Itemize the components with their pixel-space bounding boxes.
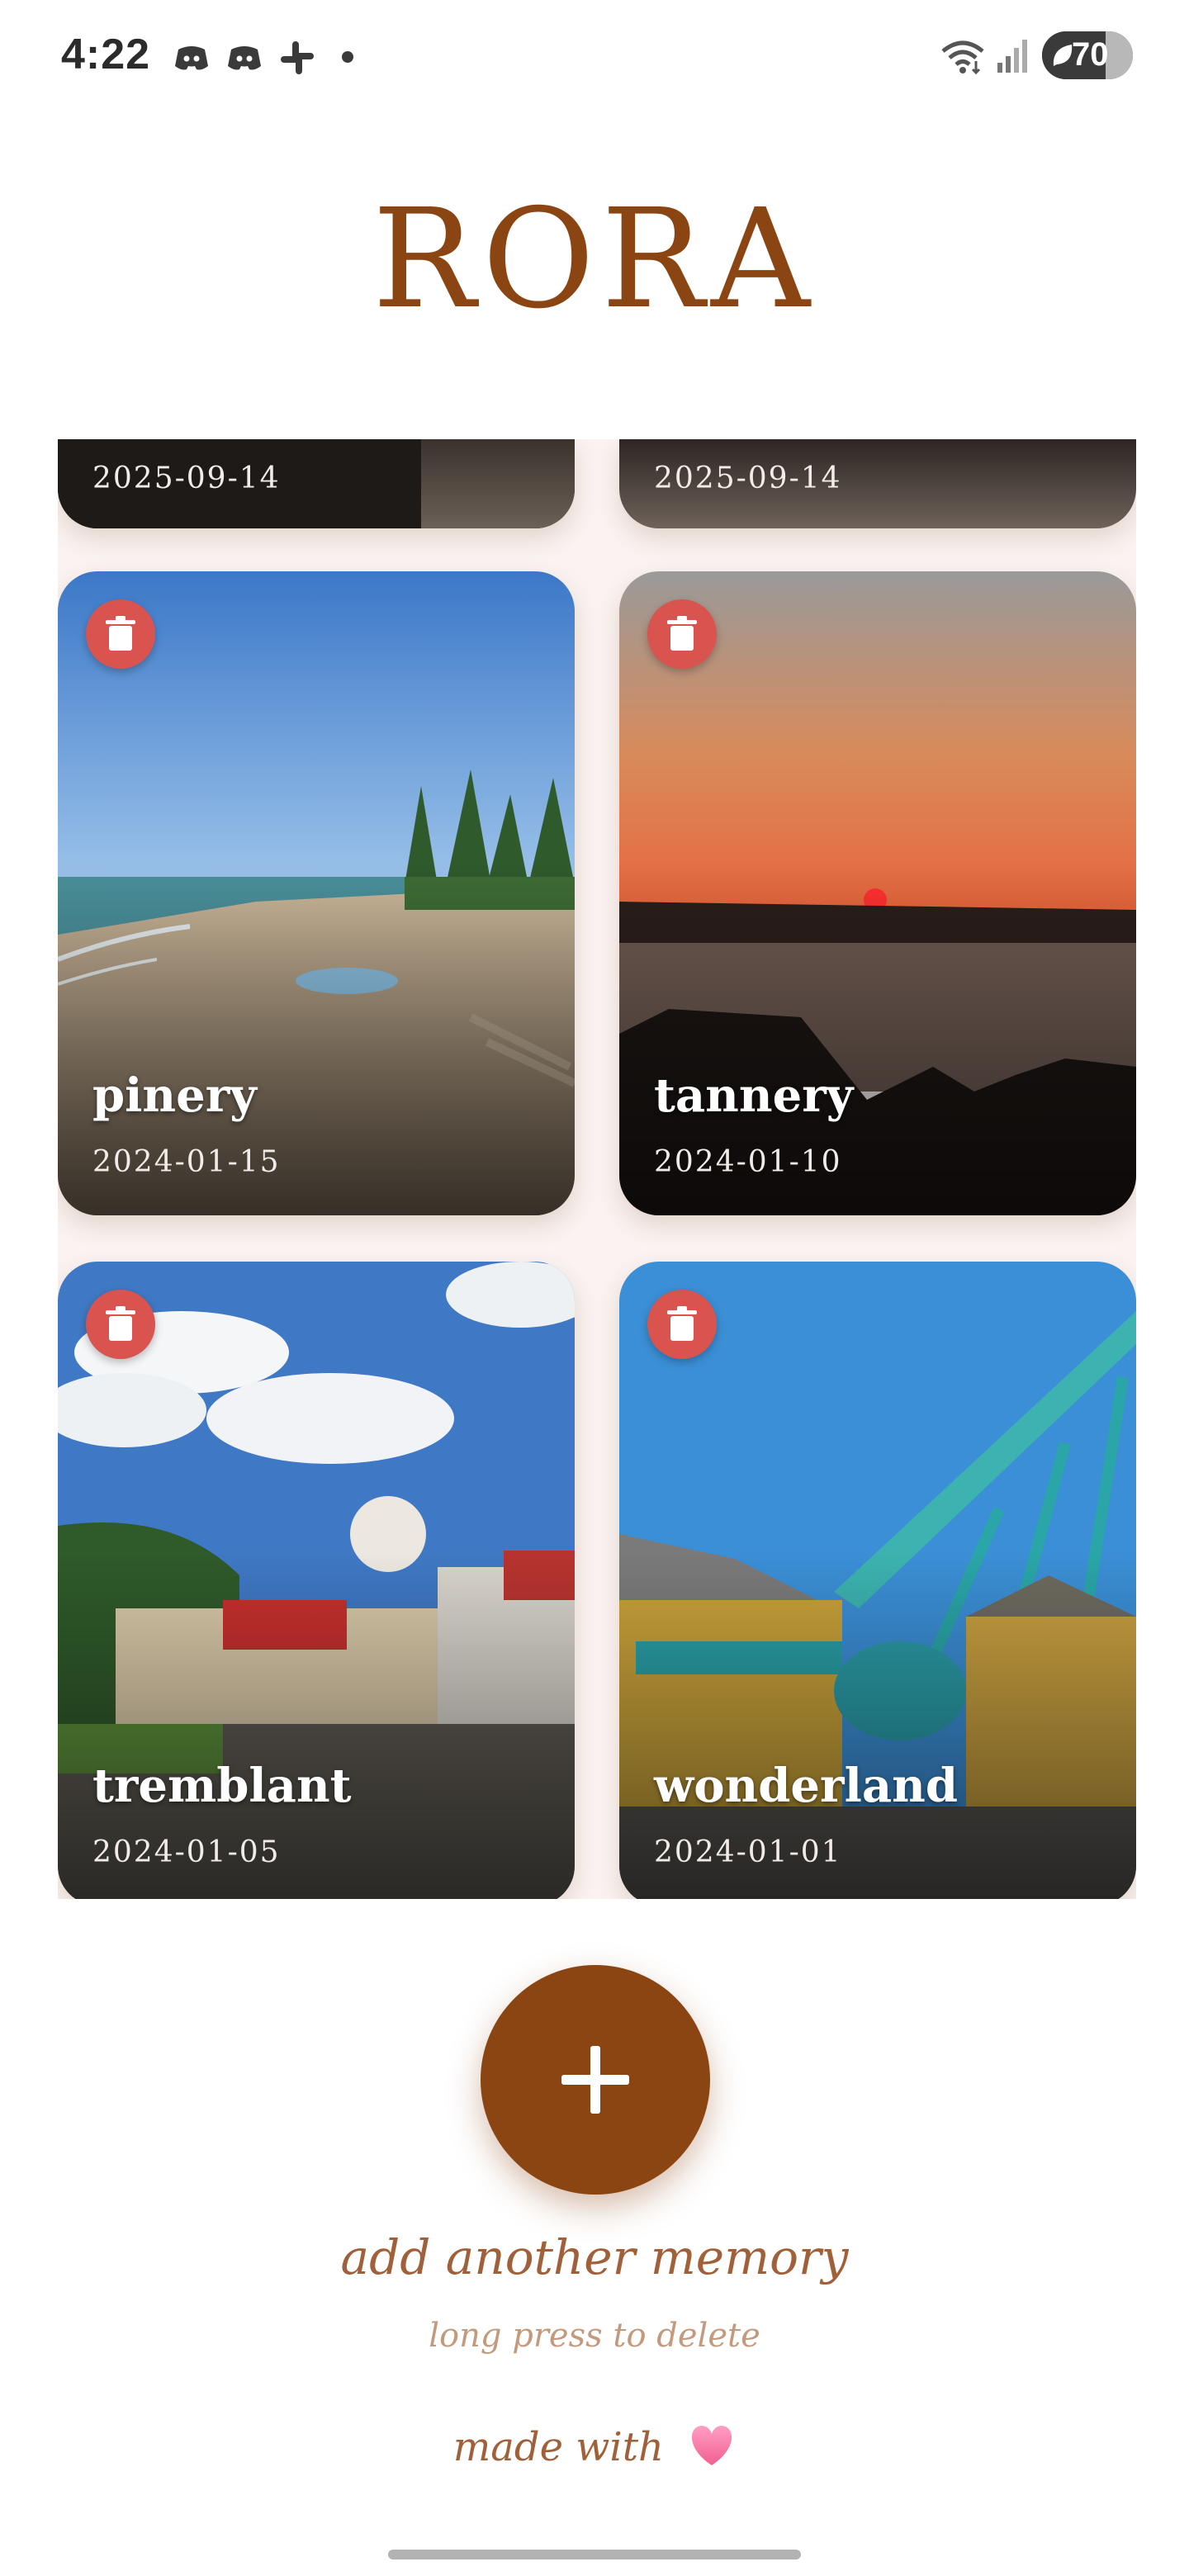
memory-card[interactable]: tremblant 2024-01-05 (58, 1262, 575, 1899)
memory-card[interactable]: tannery 2024-01-10 (619, 571, 1136, 1215)
memory-title: pinery (92, 1068, 257, 1123)
footer: made with (0, 2424, 1189, 2470)
memory-card[interactable]: 2025-09-14 (58, 439, 575, 528)
memory-date: 2024-01-05 (92, 1835, 281, 1869)
memories-grid[interactable]: 2025-09-14 2025-09-14 pinery 2024-01-15 … (58, 439, 1136, 1899)
memory-card[interactable]: pinery 2024-01-15 (58, 571, 575, 1215)
memory-date: 2025-09-14 (654, 462, 842, 495)
trash-icon (667, 616, 697, 651)
delete-button[interactable] (647, 1290, 717, 1359)
app-title: RORA (372, 180, 817, 339)
notification-dot (342, 51, 353, 63)
status-bar: 4:22 70 (0, 0, 1189, 107)
memory-date: 2024-01-01 (654, 1835, 842, 1869)
memory-card[interactable]: wonderland 2024-01-01 (619, 1262, 1136, 1899)
trash-icon (667, 1306, 697, 1341)
wifi-icon (941, 40, 984, 75)
home-indicator[interactable] (388, 2550, 801, 2559)
memory-title: tannery (654, 1068, 854, 1123)
add-memory-label: add another memory (340, 2229, 849, 2285)
delete-button[interactable] (86, 599, 155, 669)
trash-icon (106, 1306, 135, 1341)
discord-icon (228, 46, 261, 70)
signal-icon (997, 40, 1027, 73)
memory-date: 2024-01-10 (654, 1145, 842, 1179)
battery-level: 70 (1072, 36, 1109, 73)
status-time: 4:22 (61, 31, 151, 78)
trash-icon (106, 616, 135, 651)
memory-title: tremblant (92, 1759, 352, 1813)
memory-title: wonderland (654, 1759, 958, 1813)
add-memory-button[interactable] (481, 1965, 710, 2195)
slack-icon (281, 41, 314, 74)
memory-card[interactable]: 2025-09-14 (619, 439, 1136, 528)
delete-button[interactable] (86, 1290, 155, 1359)
discord-icon (175, 46, 208, 70)
delete-button[interactable] (647, 599, 717, 669)
footer-text: made with (452, 2424, 664, 2470)
heart-icon (692, 2426, 732, 2465)
memory-date: 2025-09-14 (92, 462, 281, 495)
delete-hint: long press to delete (429, 2317, 760, 2355)
memory-date: 2024-01-15 (92, 1145, 281, 1179)
battery-indicator: 70 (1042, 31, 1133, 79)
